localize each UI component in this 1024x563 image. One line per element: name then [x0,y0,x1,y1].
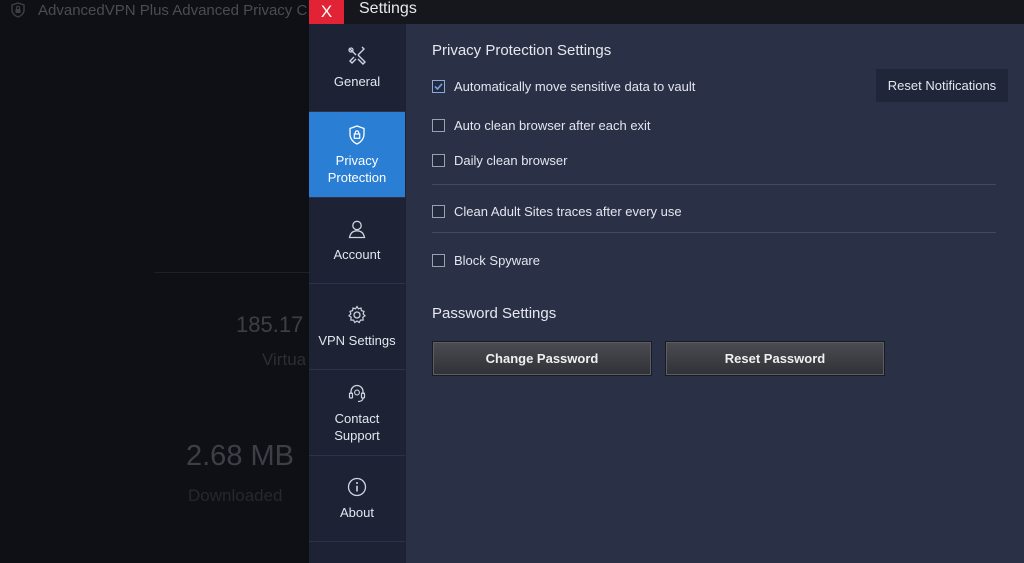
sidebar-item-about[interactable]: About [309,456,405,542]
sidebar-item-contact-support[interactable]: Contact Support [309,370,405,456]
shield-lock-icon [346,124,368,146]
info-icon [346,476,368,498]
settings-titlebar: X Settings [309,0,1024,24]
reset-password-button[interactable]: Reset Password [665,341,885,376]
close-button[interactable]: X [309,0,344,24]
checkbox-checked[interactable] [432,79,445,93]
settings-window: X Settings General Privacy Protection Ac… [309,0,1024,563]
tools-icon [346,45,368,67]
option-daily-clean-browser[interactable]: Daily clean browser [432,151,567,169]
user-icon [346,218,368,240]
option-label: Clean Adult Sites traces after every use [454,203,682,219]
background-downloaded-label: Downloaded [188,486,283,505]
gear-icon [346,304,368,326]
checkbox[interactable] [432,253,445,267]
sidebar-item-label: About [340,505,374,520]
sidebar-item-label: Account [333,247,381,262]
sidebar-item-account[interactable]: Account [309,198,405,284]
change-password-button[interactable]: Change Password [432,341,652,376]
divider [432,232,996,233]
background-app-title: AdvancedVPN Plus Advanced Privacy C [38,1,308,19]
divider [432,184,996,185]
checkbox[interactable] [432,118,445,132]
headset-icon [346,382,368,404]
sidebar-item-general[interactable]: General [309,24,405,112]
sidebar-item-label: Contact Support [334,410,380,443]
settings-sidebar: General Privacy Protection Account VPN S… [309,24,406,563]
reset-notifications-button[interactable]: Reset Notifications [876,69,1008,102]
background-app-title-bar: AdvancedVPN Plus Advanced Privacy C [10,0,307,20]
option-label: Block Spyware [454,252,540,268]
background-ip-label: Virtua [262,350,307,369]
settings-title: Settings [359,0,417,17]
checkbox[interactable] [432,153,445,167]
option-auto-clean-browser[interactable]: Auto clean browser after each exit [432,116,651,134]
option-label: Auto clean browser after each exit [454,117,651,133]
option-label: Daily clean browser [454,152,568,168]
sidebar-item-label: Privacy Protection [327,152,387,185]
sidebar-item-privacy-protection[interactable]: Privacy Protection [309,112,405,198]
privacy-settings-panel: Privacy Protection Settings Reset Notifi… [406,24,1024,563]
option-label: Automatically move sensitive data to vau… [454,78,696,94]
sidebar-item-vpn-settings[interactable]: VPN Settings [309,284,405,370]
app-lock-icon [10,2,26,18]
background-ip-value: 185.17 [236,312,304,337]
password-section-title: Password Settings [432,305,557,322]
sidebar-item-label: General [333,74,381,89]
background-downloaded-value: 2.68 MB [186,440,294,472]
checkbox[interactable] [432,204,445,218]
option-auto-move-to-vault[interactable]: Automatically move sensitive data to vau… [432,77,695,95]
privacy-section-title: Privacy Protection Settings [432,42,612,59]
option-clean-adult-sites[interactable]: Clean Adult Sites traces after every use [432,202,682,220]
background-divider [155,272,315,273]
sidebar-item-label: VPN Settings [318,333,396,348]
option-block-spyware[interactable]: Block Spyware [432,251,540,269]
